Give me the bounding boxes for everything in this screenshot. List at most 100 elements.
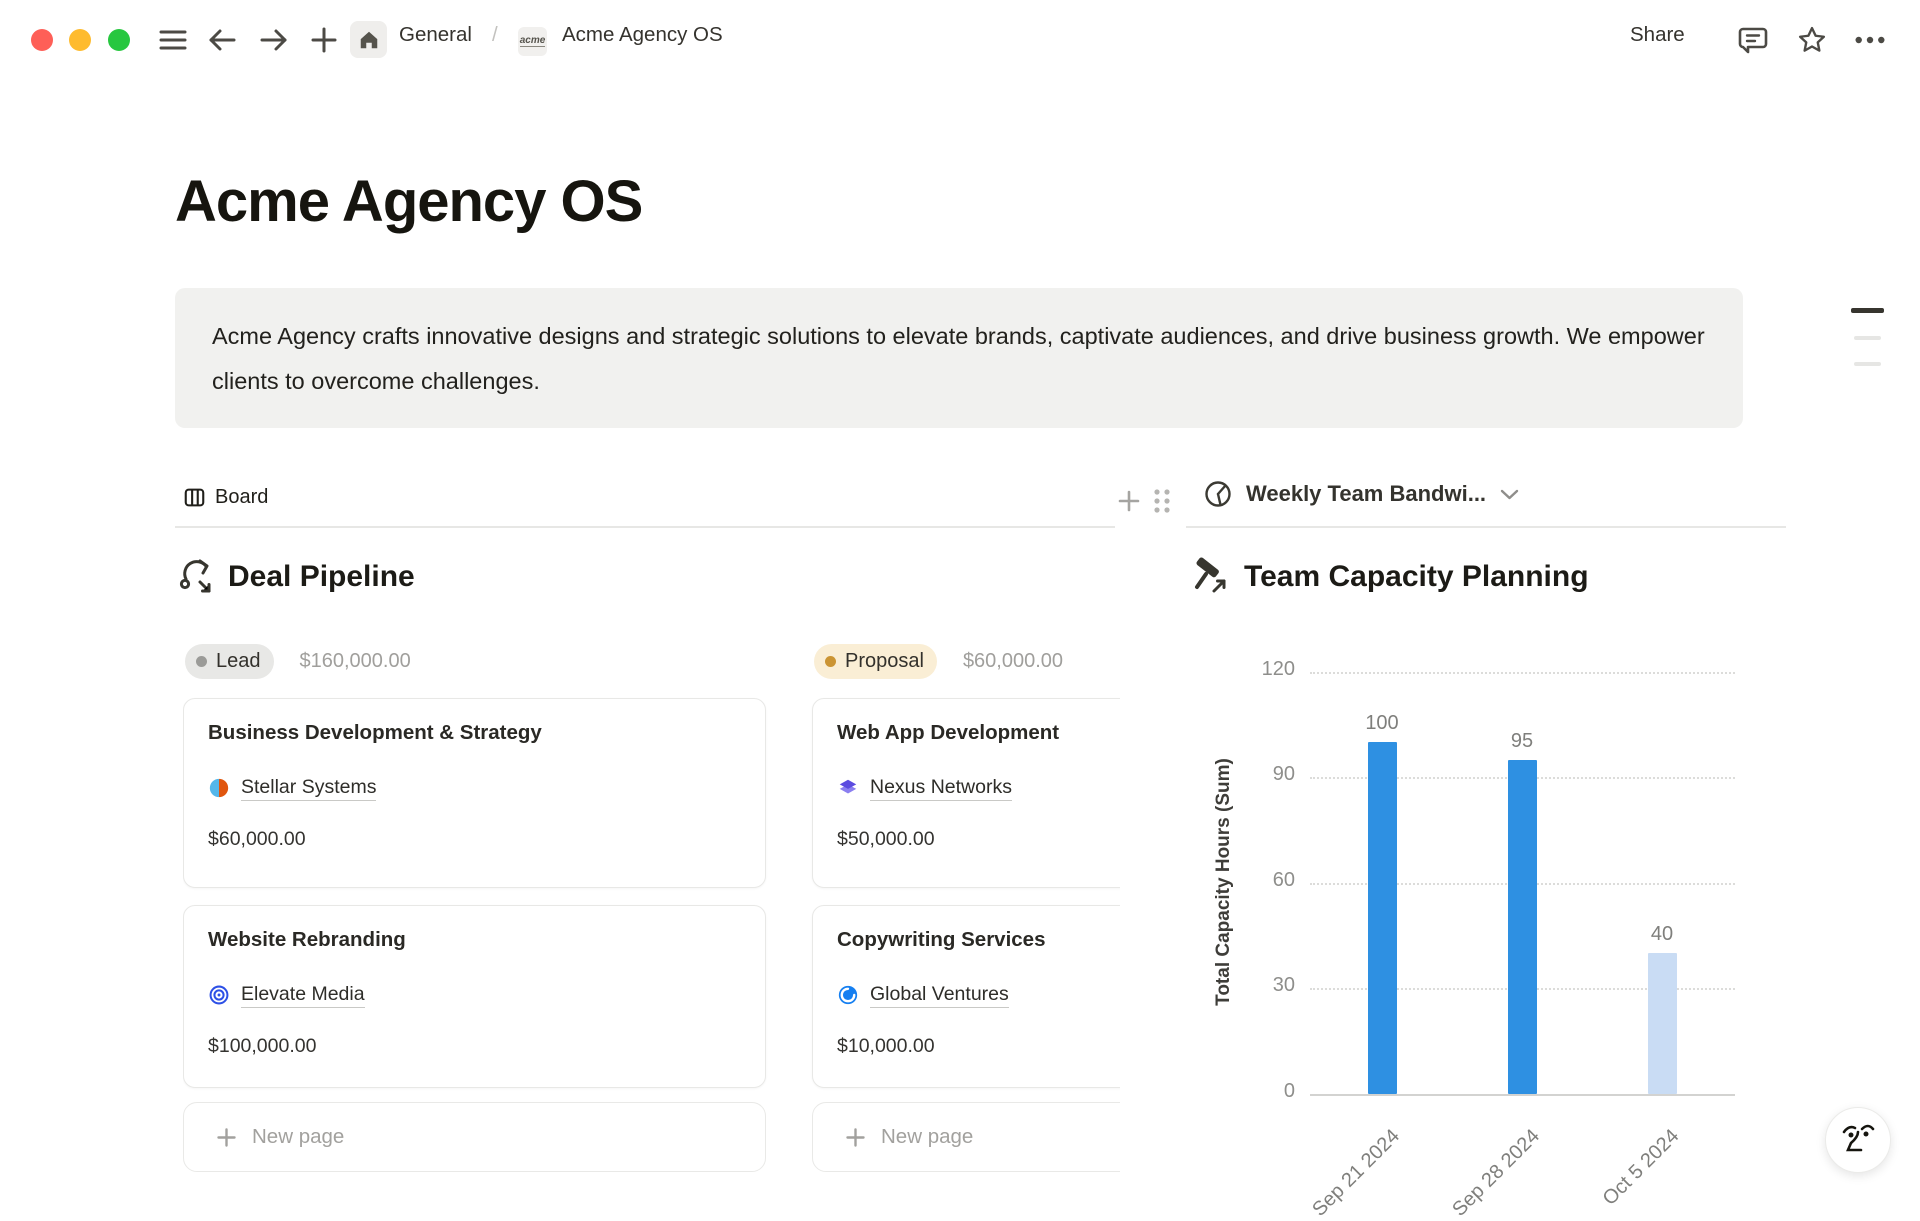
chart-tab-divider bbox=[1186, 526, 1786, 528]
team-capacity-bar-chart: Total Capacity Hours (Sum) 120 90 60 30 … bbox=[1190, 640, 1800, 1200]
callout-block: Acme Agency crafts innovative designs an… bbox=[175, 288, 1743, 428]
notion-ai-button[interactable] bbox=[1825, 1107, 1891, 1173]
card-title: Business Development & Strategy bbox=[208, 719, 741, 747]
hammer-icon bbox=[1192, 557, 1232, 597]
new-tab-plus-icon[interactable] bbox=[308, 24, 340, 56]
status-badge-proposal: Proposal bbox=[814, 644, 937, 679]
deal-pipeline-heading[interactable]: Deal Pipeline bbox=[178, 557, 415, 597]
new-page-button-proposal[interactable]: New page bbox=[812, 1102, 1120, 1172]
breadcrumb-separator: / bbox=[492, 0, 498, 70]
card-amount: $100,000.00 bbox=[208, 1035, 741, 1058]
plus-icon bbox=[217, 1128, 236, 1147]
chart-view-selector-label: Weekly Team Bandwi... bbox=[1246, 481, 1486, 507]
traffic-light-minimize[interactable] bbox=[69, 29, 91, 51]
ellipsis-icon bbox=[1854, 35, 1886, 45]
elevate-media-logo-icon bbox=[208, 984, 230, 1006]
group-header-lead: Lead $160,000.00 bbox=[185, 644, 411, 679]
ai-face-icon bbox=[1840, 1121, 1876, 1159]
card-amount: $60,000.00 bbox=[208, 828, 741, 851]
y-tick-30: 30 bbox=[1190, 974, 1295, 997]
card-business-development[interactable]: Business Development & Strategy Stellar … bbox=[183, 698, 766, 888]
add-block-plus-icon[interactable] bbox=[1118, 490, 1140, 512]
toc-indicator[interactable] bbox=[1854, 362, 1881, 366]
status-dot bbox=[196, 656, 207, 667]
company-link[interactable]: Global Ventures bbox=[870, 983, 1009, 1008]
x-tick-label: Sep 21 2024 bbox=[1308, 1125, 1404, 1221]
chevron-down-icon bbox=[1500, 489, 1519, 500]
favorite-button[interactable] bbox=[1796, 24, 1828, 56]
card-title: Web App Development bbox=[837, 719, 1120, 747]
board-tab-divider bbox=[175, 526, 1115, 528]
team-capacity-title: Team Capacity Planning bbox=[1244, 557, 1589, 597]
card-web-app-development[interactable]: Web App Development Nexus Networks $50,0… bbox=[812, 698, 1120, 888]
new-page-label: New page bbox=[881, 1125, 973, 1149]
panel-hover-controls bbox=[1118, 486, 1172, 516]
sidebar-menu-icon[interactable] bbox=[157, 24, 189, 56]
breadcrumb-page-icon[interactable]: acme bbox=[518, 27, 547, 56]
window-titlebar: General / acme Acme Agency OS Share bbox=[0, 0, 1920, 70]
plus-icon bbox=[846, 1128, 865, 1147]
y-tick-120: 120 bbox=[1190, 658, 1295, 681]
breadcrumb-root[interactable]: General bbox=[399, 0, 472, 70]
group-header-proposal: Proposal $60,000.00 bbox=[814, 644, 1063, 679]
back-arrow-icon[interactable] bbox=[206, 24, 238, 56]
page-title[interactable]: Acme Agency OS bbox=[175, 168, 642, 235]
y-tick-90: 90 bbox=[1190, 763, 1295, 786]
company-link[interactable]: Stellar Systems bbox=[241, 776, 376, 801]
callout-text: Acme Agency crafts innovative designs an… bbox=[212, 314, 1727, 404]
traffic-light-zoom[interactable] bbox=[108, 29, 130, 51]
company-link[interactable]: Nexus Networks bbox=[870, 776, 1012, 801]
drag-handle-icon[interactable] bbox=[1152, 486, 1172, 516]
new-page-button-lead[interactable]: New page bbox=[183, 1102, 766, 1172]
bar-value-label: 100 bbox=[1365, 712, 1398, 735]
star-icon bbox=[1797, 25, 1827, 55]
new-page-label: New page bbox=[252, 1125, 344, 1149]
x-axis-line bbox=[1310, 1094, 1735, 1096]
global-ventures-logo-icon bbox=[837, 984, 859, 1006]
share-button[interactable]: Share bbox=[1630, 0, 1685, 70]
breadcrumb-root-label: General bbox=[399, 23, 472, 47]
card-copywriting-services[interactable]: Copywriting Services Global Ventures $10… bbox=[812, 905, 1120, 1088]
card-title: Copywriting Services bbox=[837, 926, 1120, 954]
y-tick-0: 0 bbox=[1190, 1080, 1295, 1103]
bar-group-oct5: 40 bbox=[1622, 923, 1702, 1094]
status-label: Proposal bbox=[845, 650, 924, 673]
bar-group-sep21: 100 bbox=[1342, 712, 1422, 1094]
group-total: $160,000.00 bbox=[300, 650, 411, 673]
forward-arrow-icon[interactable] bbox=[258, 24, 290, 56]
gridline-120 bbox=[1310, 672, 1735, 674]
toc-indicator-active[interactable] bbox=[1851, 308, 1884, 313]
card-title: Website Rebranding bbox=[208, 926, 741, 954]
status-dot bbox=[825, 656, 836, 667]
company-link[interactable]: Elevate Media bbox=[241, 983, 365, 1008]
team-capacity-heading[interactable]: Team Capacity Planning bbox=[1192, 557, 1589, 597]
bar-value-label: 40 bbox=[1651, 923, 1673, 946]
nexus-networks-logo-icon bbox=[837, 777, 859, 799]
card-amount: $10,000.00 bbox=[837, 1035, 1120, 1058]
deal-pipeline-title: Deal Pipeline bbox=[228, 557, 415, 597]
board-view-label: Board bbox=[215, 486, 268, 509]
bar-sep28 bbox=[1508, 760, 1537, 1094]
status-label: Lead bbox=[216, 650, 261, 673]
more-options-button[interactable] bbox=[1854, 24, 1886, 56]
bar-value-label: 95 bbox=[1511, 730, 1533, 753]
home-icon bbox=[358, 29, 380, 51]
home-button[interactable] bbox=[350, 21, 387, 58]
breadcrumb-page[interactable]: Acme Agency OS bbox=[562, 0, 723, 70]
toc-indicator[interactable] bbox=[1854, 336, 1881, 340]
board-view-icon bbox=[184, 487, 205, 508]
traffic-light-close[interactable] bbox=[31, 29, 53, 51]
linked-database-icon bbox=[178, 557, 216, 597]
x-tick-label: Oct 5 2024 bbox=[1599, 1125, 1684, 1210]
y-tick-60: 60 bbox=[1190, 869, 1295, 892]
breadcrumb-page-label: Acme Agency OS bbox=[562, 23, 723, 47]
tab-board-view[interactable]: Board bbox=[184, 486, 268, 509]
status-badge-lead: Lead bbox=[185, 644, 274, 679]
comments-button[interactable] bbox=[1737, 24, 1769, 56]
bar-group-sep28: 95 bbox=[1482, 730, 1562, 1094]
comment-icon bbox=[1738, 25, 1768, 55]
chart-view-selector[interactable]: Weekly Team Bandwi... bbox=[1204, 480, 1519, 508]
stellar-systems-logo-icon bbox=[208, 777, 230, 799]
bar-sep21 bbox=[1368, 742, 1397, 1094]
card-website-rebranding[interactable]: Website Rebranding Elevate Media $100,00… bbox=[183, 905, 766, 1088]
